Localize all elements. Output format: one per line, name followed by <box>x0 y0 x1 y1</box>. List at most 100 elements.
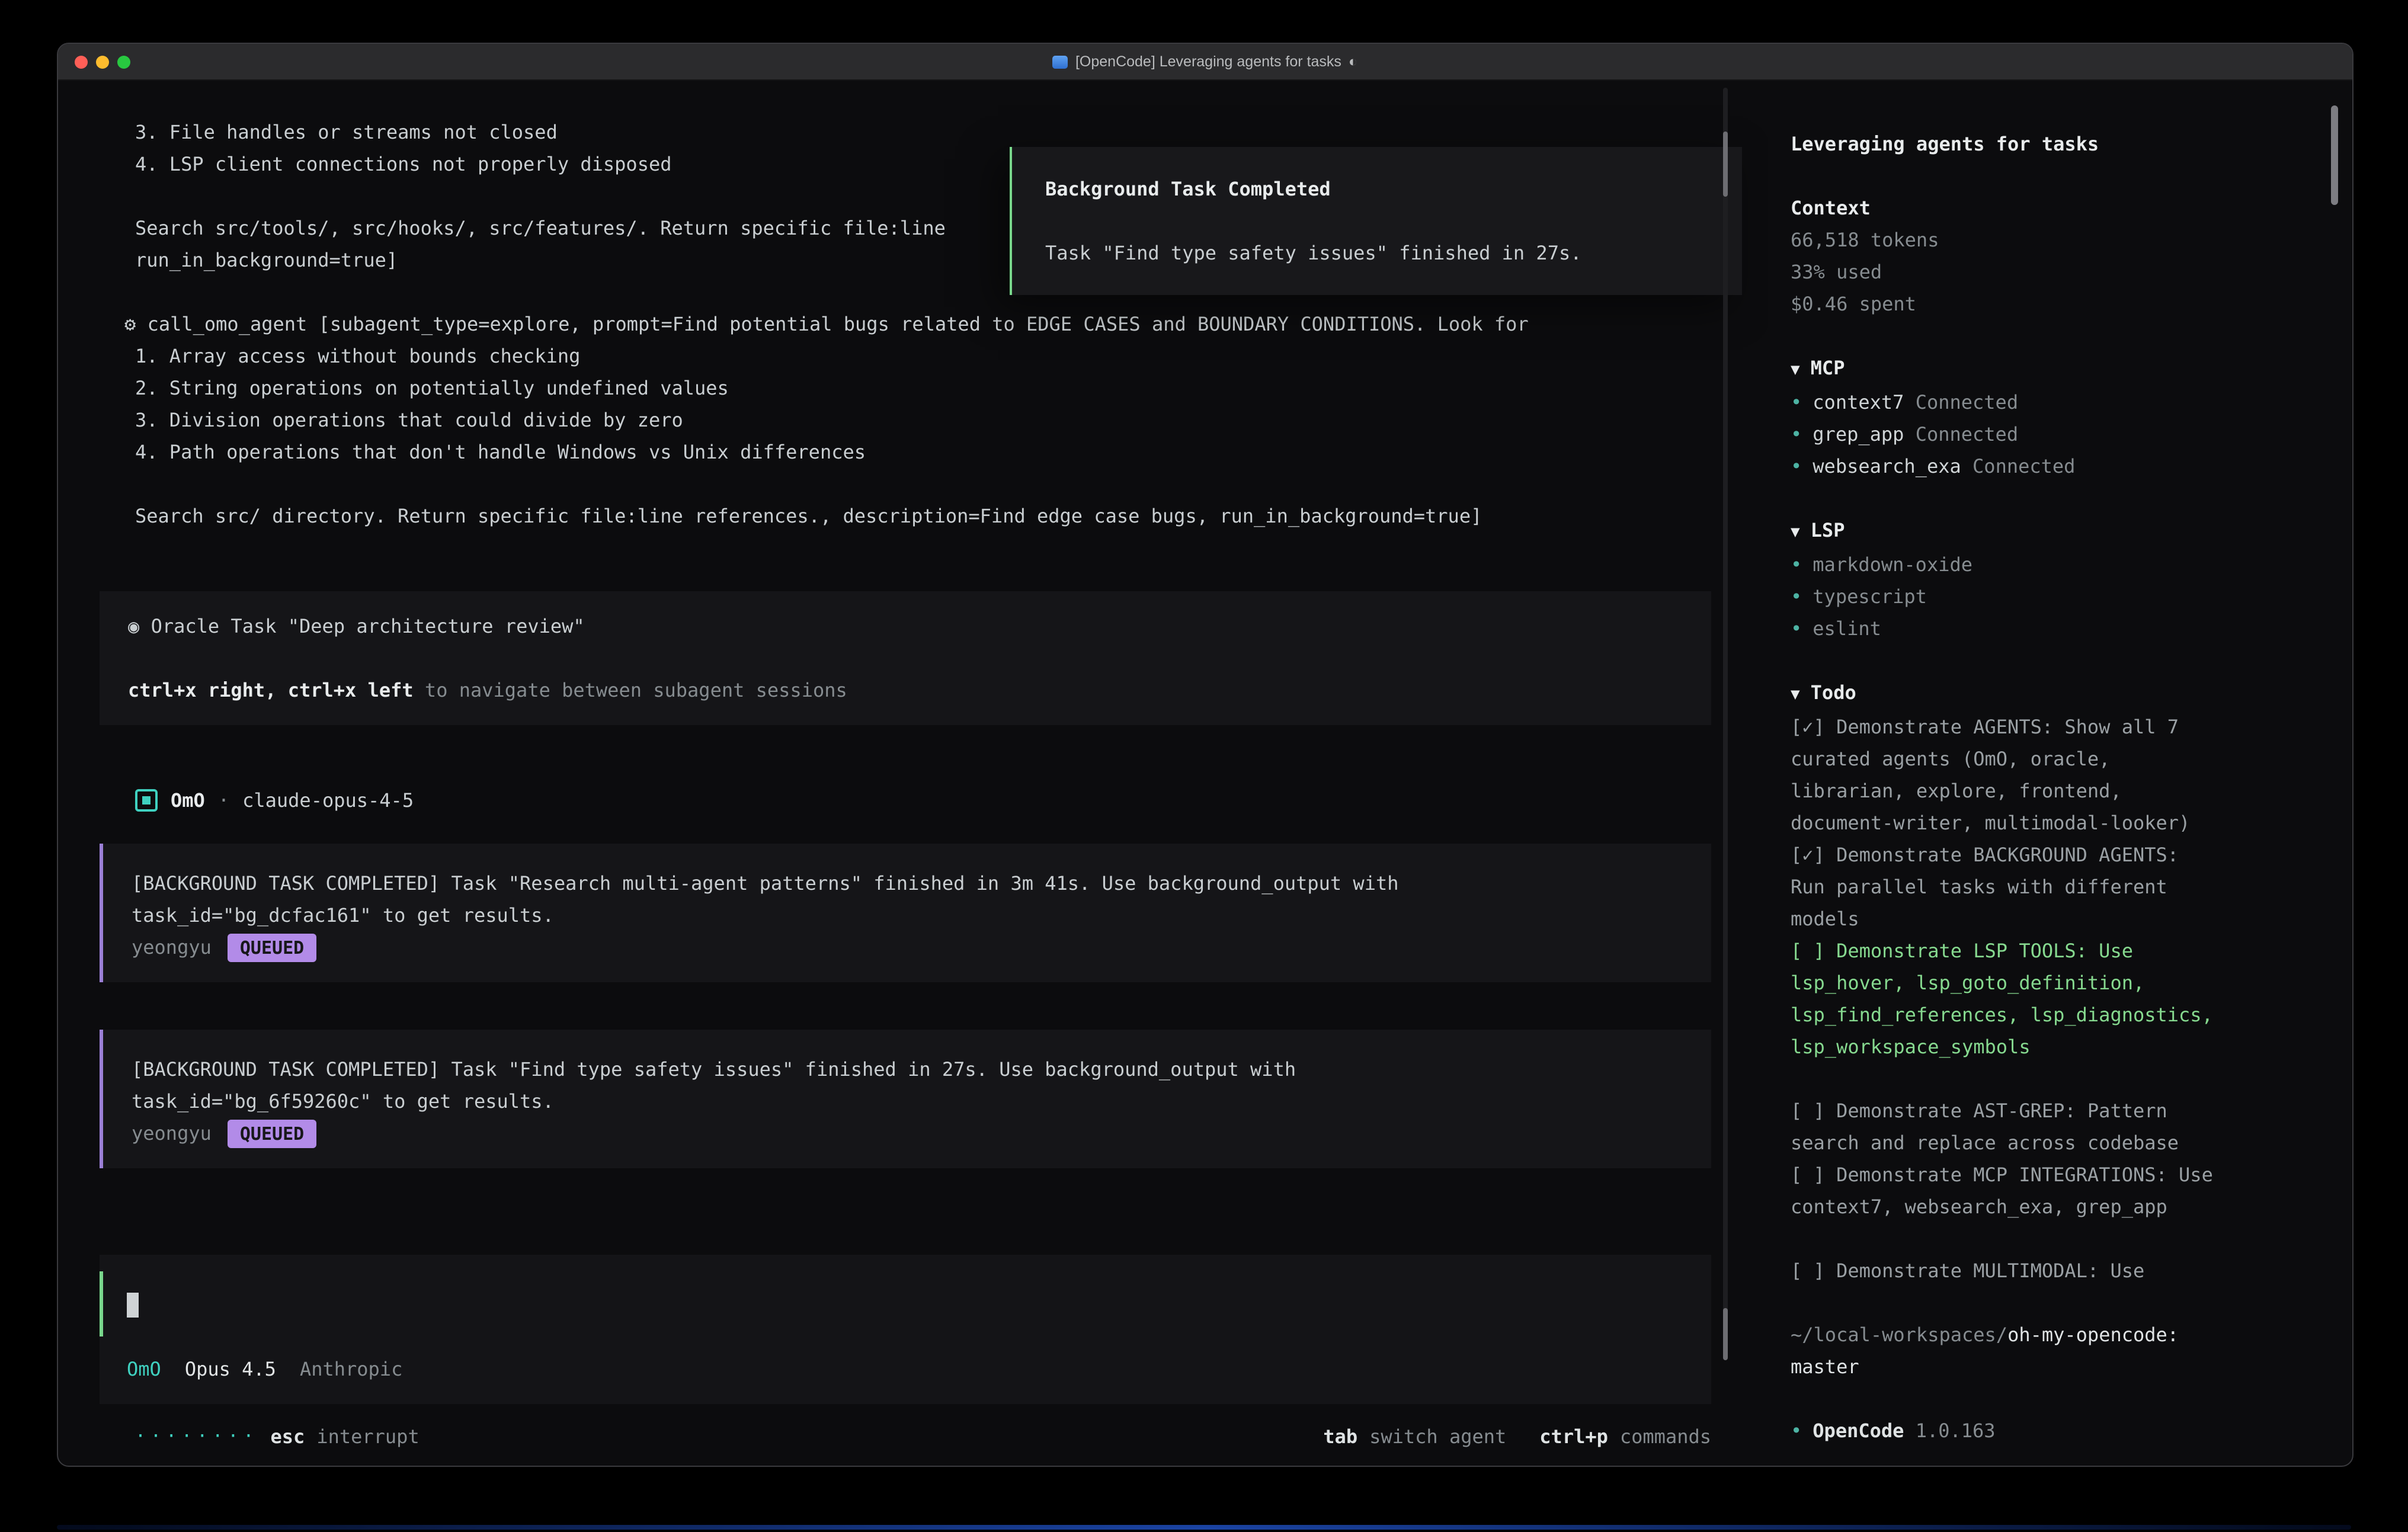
status-badge: QUEUED <box>228 933 316 961</box>
todo-item: [ ] Demonstrate MCP INTEGRATIONS: Use co… <box>1791 1159 2223 1223</box>
terminal-window: [OpenCode] Leveraging agents for tasks ◐… <box>57 43 2353 1467</box>
status-badge: QUEUED <box>228 1119 316 1148</box>
gear-icon: ⚙ <box>124 313 136 335</box>
tool-call-item: 3. Division operations that could divide… <box>135 404 1711 436</box>
commands-key-hint: ctrl+p <box>1539 1420 1608 1452</box>
spinner-dots-icon: ········ <box>135 1420 259 1452</box>
tab-key-label: switch agent <box>1369 1420 1506 1452</box>
active-agent-name: OmO <box>127 1353 161 1385</box>
workspace-repo: oh-my-opencode: <box>2007 1323 2179 1346</box>
mcp-name: websearch_exa <box>1813 455 1961 477</box>
background-task-card: [BACKGROUND TASK COMPLETED] Task "Resear… <box>100 844 1711 982</box>
mcp-status: Connected <box>1916 423 2018 446</box>
todo-heading: Todo <box>1811 677 1856 709</box>
oracle-task-icon: ◉ <box>128 615 139 637</box>
window-titlebar[interactable]: [OpenCode] Leveraging agents for tasks ◐ <box>58 44 2352 81</box>
tab-key-hint: tab <box>1323 1420 1357 1452</box>
toast-message: Task "Find type safety issues" finished … <box>1045 237 1709 269</box>
active-model-name: Opus 4.5 <box>185 1353 276 1385</box>
app-version: 1.0.163 <box>1916 1419 1996 1442</box>
context-spent: $0.46 spent <box>1791 288 2223 320</box>
tool-call-item: 2. String operations on potentially unde… <box>135 372 1711 404</box>
agent-model: claude-opus-4-5 <box>242 784 414 816</box>
session-title: Leveraging agents for tasks <box>1791 128 2223 160</box>
mcp-section-header[interactable]: ▼MCP <box>1791 352 2223 386</box>
lsp-name: eslint <box>1813 613 1881 645</box>
main-scrollbar-thumb[interactable] <box>1723 132 1728 197</box>
mcp-name: grep_app <box>1813 423 1904 446</box>
context-used: 33% used <box>1791 256 2223 288</box>
lsp-item: • eslint <box>1791 613 2223 645</box>
hint-keys: ctrl+x right, ctrl+x left <box>128 679 414 701</box>
tool-call-header: ⚙ call_omo_agent [subagent_type=explore,… <box>124 308 1711 340</box>
session-sidebar: Leveraging agents for tasks Context 66,5… <box>1768 81 2352 1466</box>
toast-title: Background Task Completed <box>1045 173 1709 205</box>
mcp-heading: MCP <box>1811 352 1845 384</box>
agent-header: OmO · claude-opus-4-5 <box>135 784 1711 816</box>
app-icon <box>1053 55 1068 68</box>
chevron-down-icon: ▼ <box>1791 517 1800 549</box>
lsp-section-header[interactable]: ▼ LSP <box>1791 514 2223 549</box>
bullet-icon: • <box>1791 450 1802 482</box>
lsp-item: • typescript <box>1791 581 2223 613</box>
context-heading: Context <box>1791 192 2223 224</box>
hint-text: to navigate between subagent sessions <box>414 679 847 701</box>
notification-toast: Background Task Completed Task "Find typ… <box>1010 147 1742 295</box>
main-scrollbar-thumb[interactable] <box>1723 1308 1728 1360</box>
traffic-lights <box>75 44 130 79</box>
mcp-item: • grep_app Connected <box>1791 418 2223 450</box>
todo-item: [✓] Demonstrate AGENTS: Show all 7 curat… <box>1791 711 2223 839</box>
tool-call-footer: Search src/ directory. Return specific f… <box>135 500 1711 532</box>
bullet-icon: • <box>1791 1415 1802 1447</box>
sidebar-scrollbar-thumb[interactable] <box>2331 105 2338 205</box>
mcp-item: •context7 Connected <box>1791 386 2223 418</box>
prompt-input[interactable] <box>100 1271 1711 1337</box>
activity-indicator-icon: ◐ <box>1349 53 1357 70</box>
tool-call-item: 4. Path operations that don't handle Win… <box>135 436 1711 468</box>
oracle-task-title: Oracle Task "Deep architecture review" <box>151 615 585 637</box>
esc-key-hint: esc <box>271 1420 305 1452</box>
omo-agent-icon <box>135 789 158 812</box>
zoom-button[interactable] <box>117 55 130 68</box>
background-task-text: [BACKGROUND TASK COMPLETED] Task "Resear… <box>132 867 1440 931</box>
status-bar: ········ esc interrupt tab switch agent … <box>135 1418 1711 1454</box>
app-version-row: • OpenCode 1.0.163 <box>1791 1415 2223 1447</box>
main-scrollbar-track[interactable] <box>1723 88 1728 1359</box>
workspace-branch: master <box>1791 1355 1859 1378</box>
task-user: yeongyu <box>132 1117 212 1149</box>
todo-item: [ ] Demonstrate AST-GREP: Pattern search… <box>1791 1095 2223 1159</box>
log-line: 3. File handles or streams not closed <box>135 116 1711 148</box>
window-title: [OpenCode] Leveraging agents for tasks ◐ <box>1053 53 1357 70</box>
model-info-row: OmO Opus 4.5 Anthropic <box>100 1353 1711 1385</box>
app-name: OpenCode <box>1813 1419 1904 1442</box>
todo-section-header[interactable]: ▼ Todo <box>1791 677 2223 711</box>
background-window-edge <box>57 1525 2351 1530</box>
tool-call-item: 1. Array access without bounds checking <box>135 340 1711 372</box>
background-task-card: [BACKGROUND TASK COMPLETED] Task "Find t… <box>100 1030 1711 1168</box>
chevron-down-icon: ▼ <box>1791 679 1800 711</box>
workspace-path: ~/local-workspaces/oh-my-opencode: maste… <box>1791 1319 2223 1383</box>
task-user: yeongyu <box>132 931 212 963</box>
close-button[interactable] <box>75 55 88 68</box>
mcp-status: Connected <box>1916 391 2018 414</box>
lsp-name: markdown-oxide <box>1813 549 1972 581</box>
background-task-text: [BACKGROUND TASK COMPLETED] Task "Find t… <box>132 1053 1440 1117</box>
todo-item: [ ] Demonstrate MULTIMODAL: Use <box>1791 1255 2223 1287</box>
todo-item: [ ] Demonstrate LSP TOOLS: Use lsp_hover… <box>1791 935 2223 1063</box>
agent-name: OmO <box>171 784 205 816</box>
tool-call-text: call_omo_agent [subagent_type=explore, p… <box>148 313 1529 335</box>
bullet-icon: • <box>1791 581 1802 613</box>
conversation-pane: 3. File handles or streams not closed 4.… <box>58 81 1768 1466</box>
esc-key-label: interrupt <box>316 1420 419 1452</box>
bullet-icon: • <box>1791 418 1802 450</box>
subagent-nav-hint: ctrl+x right, ctrl+x left to navigate be… <box>128 674 1683 706</box>
window-title-text: [OpenCode] Leveraging agents for tasks <box>1075 53 1341 70</box>
lsp-heading: LSP <box>1811 514 1845 546</box>
bullet-icon: • <box>1791 386 1802 418</box>
minimize-button[interactable] <box>96 55 109 68</box>
oracle-task-panel: ◉ Oracle Task "Deep architecture review"… <box>100 591 1711 725</box>
bullet-icon: • <box>1791 549 1802 581</box>
bullet-icon: • <box>1791 613 1802 645</box>
agent-separator: · <box>218 784 229 816</box>
lsp-name: typescript <box>1813 581 1927 613</box>
